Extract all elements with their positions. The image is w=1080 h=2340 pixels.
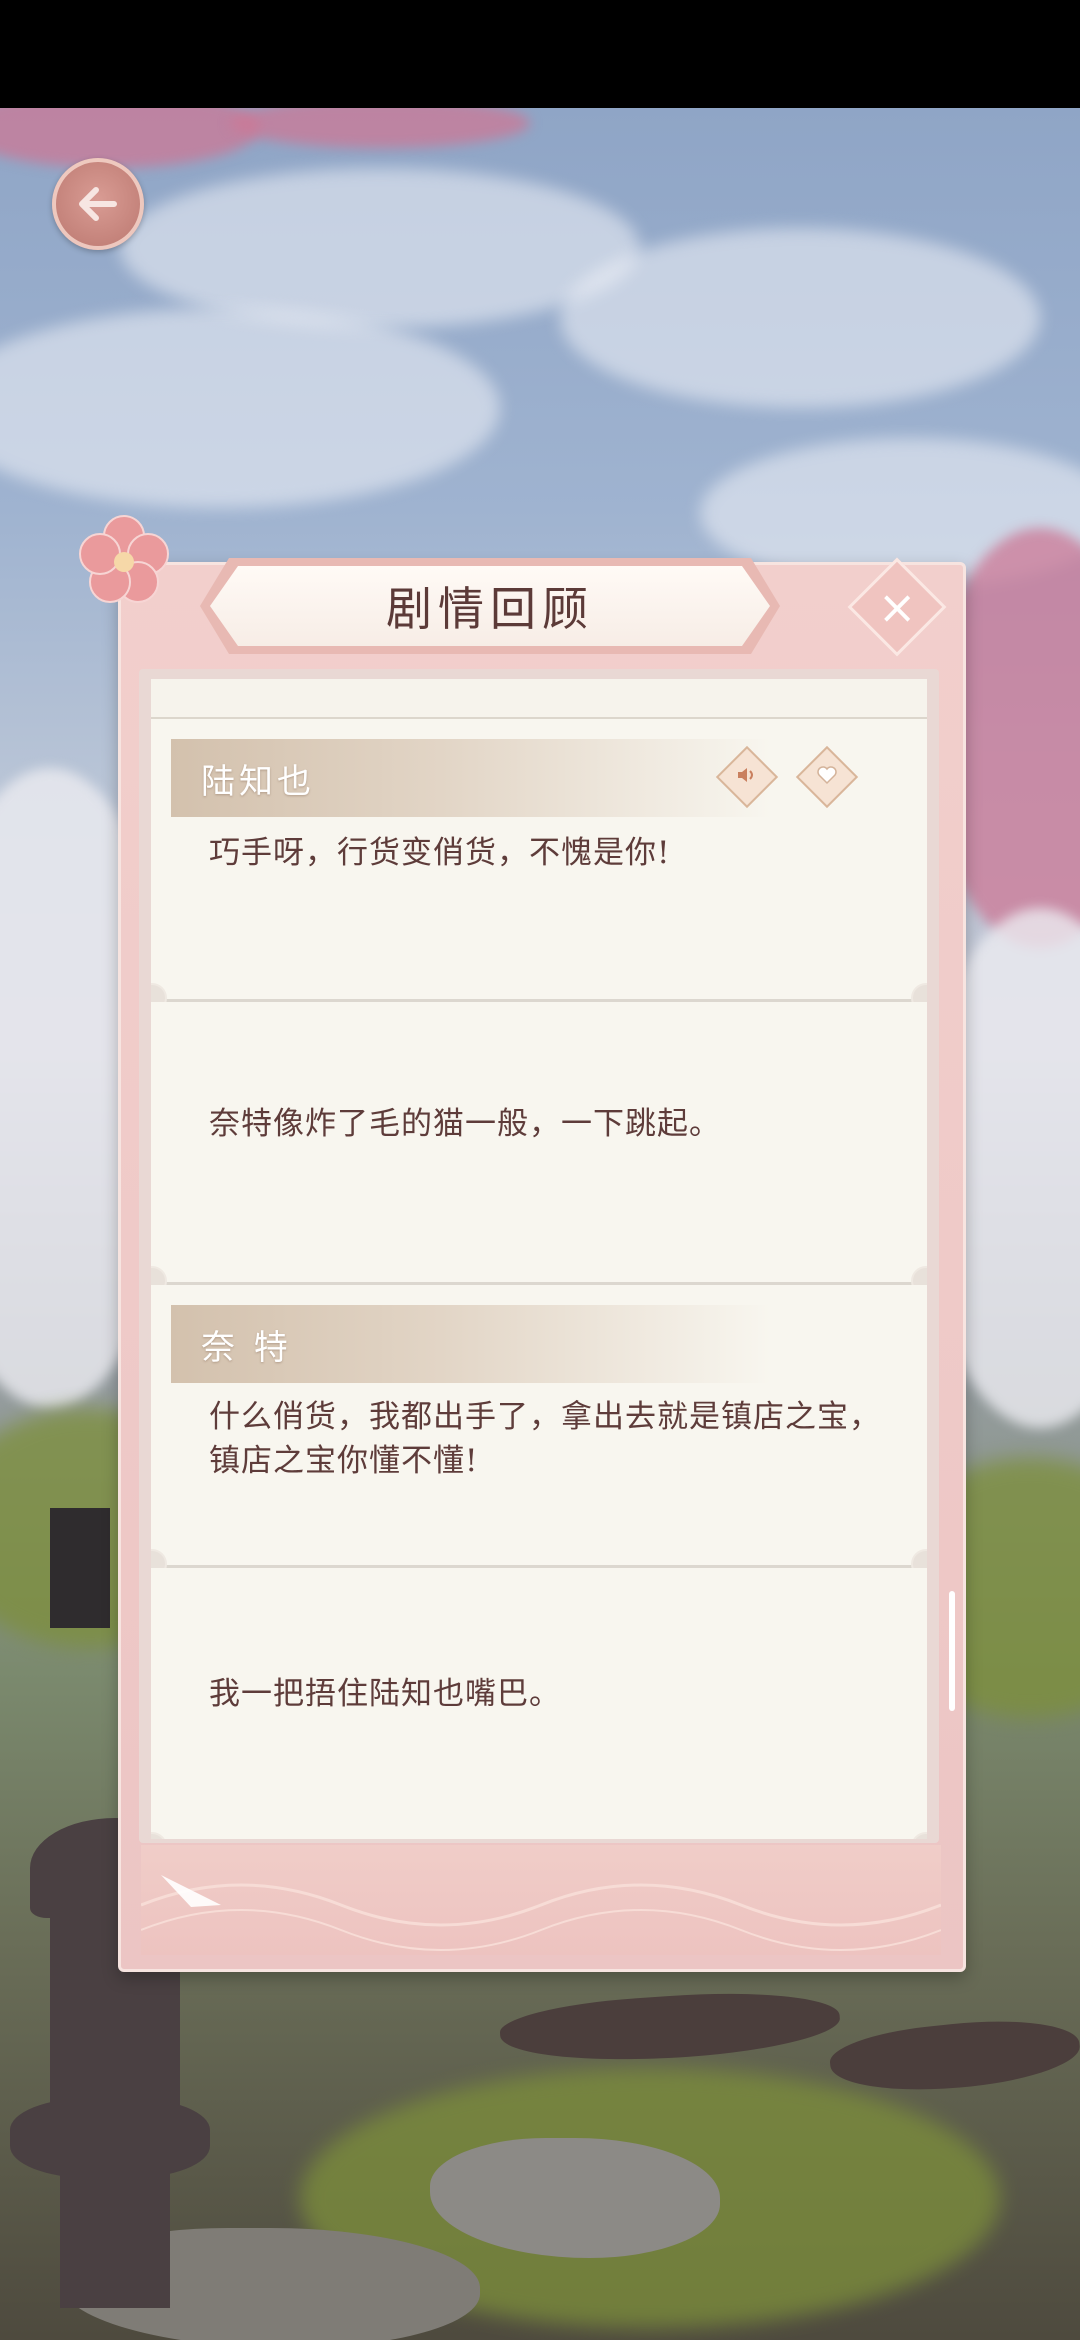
close-icon: × — [877, 579, 917, 634]
scrollbar-thumb[interactable] — [949, 1591, 955, 1711]
wave-pattern-icon — [140, 1875, 942, 1951]
dialogue-list[interactable]: 陆知也 巧手呀，行货变俏货，不愧是你! 奈特像炸了毛的猫一般，一下跳起。 奈 特… — [151, 679, 927, 1839]
dialogue-text: 巧手呀，行货变俏货，不愧是你! — [209, 835, 671, 871]
speaker-name: 奈 特 — [201, 1327, 292, 1368]
favorite-button[interactable] — [795, 745, 859, 809]
list-item: 我一把捂住陆知也嘴巴。 — [151, 1568, 927, 1839]
list-item: 奈特像炸了毛的猫一般，一下跳起。 — [151, 1002, 927, 1296]
narration-text: 奈特像炸了毛的猫一般，一下跳起。 — [209, 1106, 721, 1142]
speaker-name-bar: 奈 特 — [171, 1305, 771, 1383]
speaker-name: 陆知也 — [201, 761, 315, 802]
story-review-panel: 陆知也 巧手呀，行货变俏货，不愧是你! 奈特像炸了毛的猫一般，一下跳起。 奈 特… — [118, 562, 966, 1972]
title-banner: 剧情回顾 — [210, 566, 770, 646]
heart-icon — [815, 763, 839, 791]
speaker-name-bar: 陆知也 — [171, 739, 771, 817]
narration-text: 我一把捂住陆知也嘴巴。 — [209, 1676, 561, 1712]
panel-footer-decoration — [140, 1845, 942, 1955]
speaker-icon — [735, 763, 759, 791]
dialogue-text: 什么俏货，我都出手了，拿出去就是镇店之宝，镇店之宝你懂不懂! — [209, 1399, 881, 1479]
list-top-divider — [151, 679, 927, 719]
list-item: 陆知也 巧手呀，行货变俏货，不愧是你! — [151, 719, 927, 1013]
cherry-blossom-icon — [74, 510, 174, 610]
back-arrow-icon — [79, 187, 117, 221]
status-bar — [0, 0, 1080, 108]
page-title: 剧情回顾 — [386, 582, 594, 636]
list-item: 奈 特 什么俏货，我都出手了，拿出去就是镇店之宝，镇店之宝你懂不懂! — [151, 1285, 927, 1579]
back-button[interactable] — [52, 158, 144, 250]
